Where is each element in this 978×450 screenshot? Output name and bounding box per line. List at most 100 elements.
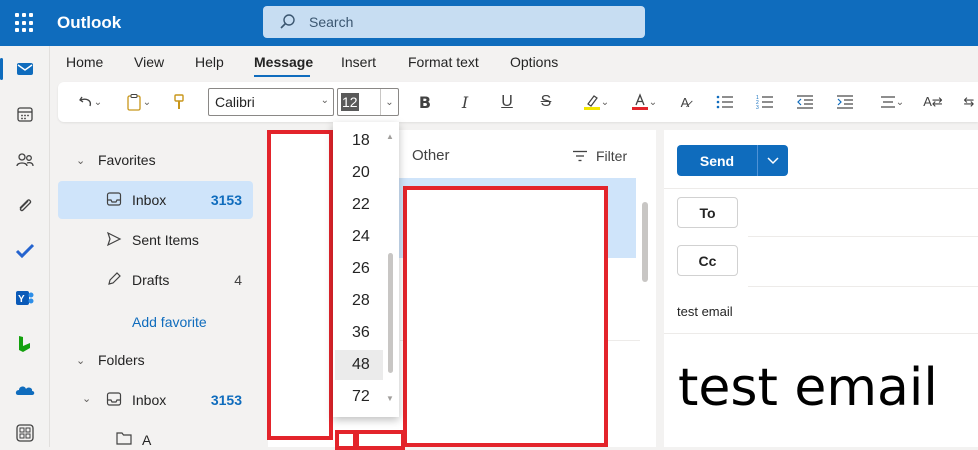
tab-insert[interactable]: Insert (341, 54, 376, 70)
italic-icon: I (461, 92, 469, 112)
font-color-button[interactable]: ⌄ (624, 90, 664, 114)
onedrive-icon[interactable] (15, 380, 35, 400)
scroll-up-icon[interactable]: ▲ (386, 132, 394, 141)
folder-label: A (142, 432, 152, 447)
font-size-option[interactable]: 72 (335, 382, 383, 412)
tab-options[interactable]: Options (510, 54, 558, 70)
highlighter-icon (583, 95, 600, 110)
send-options-button[interactable] (757, 145, 788, 176)
highlight-button[interactable]: ⌄ (576, 90, 616, 114)
format-painter-button[interactable] (168, 90, 190, 114)
cc-button[interactable]: Cc (677, 245, 738, 276)
pencil-icon (108, 272, 121, 285)
align-button[interactable]: ⌄ (874, 90, 910, 114)
redaction-box (267, 130, 333, 440)
top-bar: Outlook Search (0, 0, 978, 46)
clear-formatting-button[interactable]: A̷ (674, 90, 696, 114)
unread-count: 3153 (210, 192, 242, 208)
font-size-option-highlighted[interactable]: 48 (335, 350, 383, 380)
chevron-down-icon: ⌄ (93, 96, 103, 108)
font-size-option[interactable]: 20 (335, 158, 383, 188)
cc-field-line (748, 286, 978, 287)
numbering-button[interactable]: 123 (754, 90, 776, 114)
search-box[interactable]: Search (263, 6, 645, 38)
more-formatting-button[interactable]: ⇆ (960, 90, 978, 114)
chevron-down-icon: ⌄ (76, 155, 86, 167)
font-family-select[interactable]: Calibri ⌄ (208, 88, 334, 116)
todo-icon[interactable] (15, 241, 35, 261)
inbox-icon (106, 192, 122, 206)
folder-inbox[interactable]: ⌄ Inbox 3153 (58, 381, 253, 419)
font-color-icon (631, 93, 648, 110)
redaction-box (335, 430, 357, 450)
tab-format-text[interactable]: Format text (408, 54, 479, 70)
app-title[interactable]: Outlook (57, 13, 121, 33)
decrease-indent-button[interactable] (794, 90, 816, 114)
font-size-select[interactable]: 12 ⌄ (337, 88, 399, 116)
svg-text:3: 3 (756, 105, 759, 110)
favorite-drafts[interactable]: Drafts 4 (58, 261, 253, 299)
to-button[interactable]: To (677, 197, 738, 228)
more-formatting-icon: ⇆ (963, 94, 975, 109)
compose-pane: Send To Cc test email test email (664, 130, 978, 447)
bullet-list-icon (716, 95, 733, 109)
item-count: 4 (234, 272, 242, 288)
list-scrollbar[interactable] (642, 202, 648, 282)
tab-other[interactable]: Other (412, 147, 450, 164)
bold-button[interactable]: B (414, 90, 436, 114)
favorite-inbox[interactable]: Inbox 3153 (58, 181, 253, 219)
bookings-icon[interactable] (15, 334, 35, 354)
scroll-down-icon[interactable]: ▼ (386, 394, 394, 403)
folder-label: Inbox (132, 192, 167, 208)
folder-a[interactable]: A (58, 423, 253, 447)
text-direction-button[interactable]: A⇄ (922, 90, 944, 114)
bullets-button[interactable] (714, 90, 736, 114)
add-favorite-link[interactable]: Add favorite (132, 314, 207, 330)
tab-message[interactable]: Message (254, 54, 313, 70)
font-size-option[interactable]: 36 (335, 318, 383, 348)
app-launcher-icon[interactable] (15, 13, 35, 33)
tab-view[interactable]: View (134, 54, 164, 70)
svg-text:Y: Y (18, 294, 25, 305)
increase-indent-button[interactable] (834, 90, 856, 114)
filter-label: Filter (596, 148, 628, 164)
align-icon (880, 96, 895, 108)
chevron-down-icon: ⌄ (142, 96, 152, 108)
message-body[interactable]: test email (678, 358, 938, 418)
chevron-down-icon[interactable]: ⌄ (380, 89, 398, 115)
people-icon[interactable] (15, 150, 35, 170)
font-size-option[interactable]: 26 (335, 254, 383, 284)
dropdown-scrollbar[interactable] (388, 253, 393, 373)
chevron-down-icon: ⌄ (320, 95, 329, 106)
favorite-sent-items[interactable]: Sent Items (58, 221, 253, 259)
font-size-option[interactable]: 28 (335, 286, 383, 316)
unread-count: 3153 (210, 392, 242, 408)
attachment-icon[interactable] (15, 196, 35, 216)
yammer-icon[interactable]: Y (15, 288, 35, 308)
font-size-value: 12 (341, 93, 359, 111)
font-size-option[interactable]: 18 (335, 126, 383, 156)
font-size-option[interactable]: 24 (335, 222, 383, 252)
chevron-down-icon: ⌄ (82, 393, 92, 405)
italic-button[interactable]: I (454, 90, 476, 114)
tab-help[interactable]: Help (195, 54, 224, 70)
undo-button[interactable]: ⌄ (72, 90, 108, 114)
active-tab-underline (254, 75, 310, 77)
underline-button[interactable]: U (496, 90, 518, 114)
mail-icon[interactable] (15, 59, 35, 79)
strikethrough-icon: S (540, 93, 552, 110)
font-size-option[interactable]: 22 (335, 190, 383, 220)
more-apps-icon[interactable] (15, 423, 35, 443)
tab-home[interactable]: Home (66, 54, 103, 70)
search-icon (280, 14, 295, 29)
subject-field[interactable]: test email (677, 304, 733, 319)
to-field-line (748, 236, 978, 237)
numbered-list-icon: 123 (756, 95, 773, 110)
paste-button[interactable]: ⌄ (118, 90, 158, 114)
bold-icon: B (418, 92, 432, 112)
strikethrough-button[interactable]: S (535, 90, 557, 114)
calendar-icon[interactable] (15, 104, 35, 124)
folder-pane: ⌄ Favorites Inbox 3153 Sent Items Drafts… (50, 126, 265, 447)
font-family-value: Calibri (215, 94, 255, 110)
send-button[interactable]: Send (677, 145, 757, 176)
